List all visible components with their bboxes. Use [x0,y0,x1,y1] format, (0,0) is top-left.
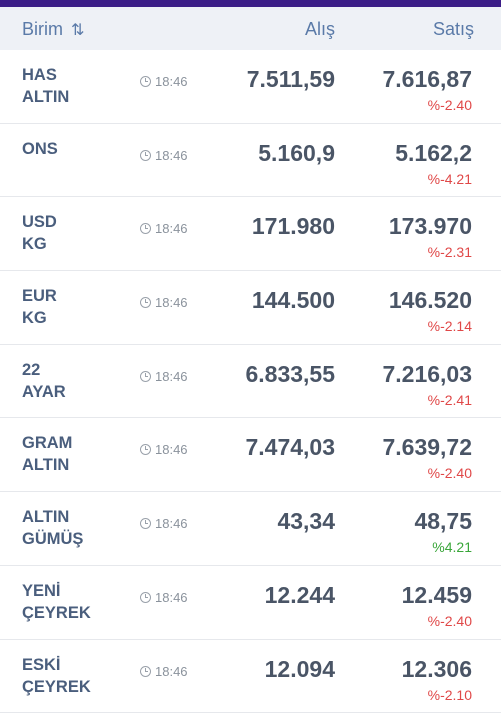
update-time: 18:46 [140,74,188,89]
change-percent: %-2.31 [427,244,472,261]
time-text: 18:46 [155,442,188,458]
sell-price: 7.216,03 [382,360,472,387]
clock-icon [140,149,151,161]
currency-name: ESKİ ÇEYREK [22,655,91,696]
time-text: 18:46 [155,221,188,237]
clock-icon [140,518,151,530]
column-header-birim[interactable]: Birim ⇅ [22,19,84,40]
table-row[interactable]: USD KG 18:46 171.980 173.970 %-2.31 [0,197,501,272]
table-row[interactable]: ESKİ ÇEYREK 18:46 12.094 12.306 %-2.10 [0,640,501,714]
table-row[interactable]: GRAM ALTIN 18:46 7.474,03 7.639,72 %-2.40 [0,418,501,493]
buy-price: 7.511,59 [246,66,335,92]
sell-price: 12.306 [401,655,472,682]
top-accent-bar [0,0,501,7]
table-row[interactable]: 22 AYAR 18:46 6.833,55 7.216,03 %-2.41 [0,345,501,419]
currency-name: EUR KG [22,287,57,328]
sell-price: 7.616,87 [382,66,472,92]
sell-price: 5.162,2 [395,139,472,166]
currency-name: YENİ ÇEYREK [22,581,91,622]
sell-price: 146.520 [388,287,472,314]
currency-name: ALTIN GÜMÜŞ [22,508,84,549]
table-header: Birim ⇅ Alış Satış [0,7,501,50]
sell-price: 7.639,72 [382,434,472,461]
time-text: 18:46 [155,663,188,679]
sell-price: 48,75 [414,508,472,535]
buy-price: 7.474,03 [245,434,335,461]
update-time: 18:46 [140,148,188,163]
currency-name: GRAM ALTIN [22,434,73,475]
time-text: 18:46 [155,516,188,532]
clock-icon [140,223,151,235]
time-text: 18:46 [155,74,188,89]
currency-name: USD KG [22,213,57,254]
table-row[interactable]: ONS 18:46 5.160,9 5.162,2 %-4.21 [0,124,501,198]
sort-icon[interactable]: ⇅ [71,22,84,39]
sell-price: 12.459 [401,581,472,608]
clock-icon [140,370,151,382]
table-row[interactable]: YENİ ÇEYREK 18:46 12.244 12.459 %-2.40 [0,566,501,640]
table-row[interactable]: ALTIN GÜMÜŞ 18:46 43,34 48,75 %4.21 [0,492,501,566]
update-time: 18:46 [140,590,188,605]
buy-price: 12.094 [264,655,335,682]
buy-price: 144.500 [251,287,335,314]
clock-icon [140,665,151,677]
buy-price: 12.244 [264,581,335,608]
change-percent: %-2.41 [427,391,472,408]
buy-price: 43,34 [277,508,335,535]
clock-icon [140,297,151,309]
buy-price: 5.160,9 [258,139,335,166]
change-percent: %-2.14 [427,318,472,335]
buy-price: 171.980 [251,213,335,240]
change-percent: %-4.21 [427,170,472,187]
clock-icon [140,591,151,603]
table-row[interactable]: EUR KG 18:46 144.500 146.520 %-2.14 [0,271,501,345]
column-header-alis: Alış [304,19,335,39]
update-time: 18:46 [140,442,188,457]
currency-name: 22 AYAR [22,360,66,401]
time-text: 18:46 [155,295,188,311]
currency-name: HAS ALTIN [22,66,70,106]
price-list: HAS ALTIN 18:46 7.511,59 7.616,87 %-2.40 ONS 1… [0,50,501,714]
time-text: 18:46 [155,589,188,605]
column-header-satis: Satış [432,19,474,39]
buy-price: 6.833,55 [245,360,335,387]
change-percent: %4.21 [432,539,472,556]
update-time: 18:46 [140,221,188,236]
change-percent: %-2.40 [427,465,472,482]
change-percent: %-2.40 [427,97,472,113]
change-percent: %-2.10 [427,686,472,703]
time-text: 18:46 [155,147,188,163]
table-row[interactable]: HAS ALTIN 18:46 7.511,59 7.616,87 %-2.40 [0,50,501,124]
birim-label: Birim [22,19,63,39]
update-time: 18:46 [140,369,188,384]
time-text: 18:46 [155,368,188,384]
change-percent: %-2.40 [427,612,472,629]
clock-icon [140,444,151,456]
update-time: 18:46 [140,664,188,679]
sell-price: 173.970 [388,213,472,240]
update-time: 18:46 [140,295,188,310]
currency-name: ONS [22,139,58,158]
update-time: 18:46 [140,516,188,531]
clock-icon [140,76,151,87]
